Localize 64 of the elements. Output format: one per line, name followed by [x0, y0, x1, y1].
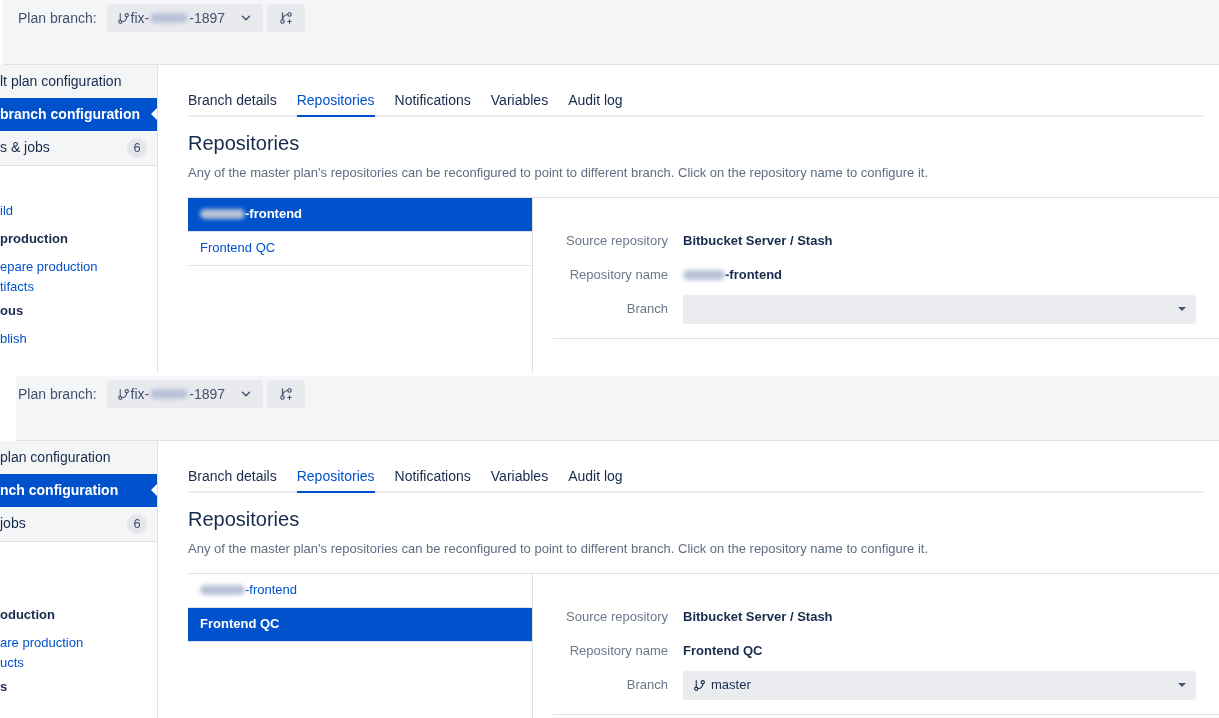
- field-value: Frontend QC: [683, 641, 763, 660]
- sidebar-item[interactable]: plan configuration: [0, 441, 157, 474]
- tab[interactable]: Audit log: [568, 466, 623, 493]
- branch-plus-icon: [278, 387, 293, 401]
- branch-icon: [116, 387, 130, 401]
- tab[interactable]: Notifications: [394, 466, 471, 493]
- field-label: Source repository: [565, 231, 669, 250]
- job-link[interactable]: are production ucts: [0, 633, 84, 673]
- sidebar-item[interactable]: lt plan configuration: [0, 65, 157, 98]
- caret-icon: [1178, 683, 1186, 687]
- branch-icon: [693, 678, 706, 692]
- stage-title: ous: [0, 302, 24, 320]
- sidebar-item[interactable]: jobs 6: [0, 507, 157, 540]
- job-link[interactable]: epare production tifacts: [0, 257, 98, 297]
- count-badge: 6: [127, 137, 147, 158]
- sidebar-item[interactable]: nch configuration: [0, 474, 157, 507]
- create-branch-button[interactable]: [266, 4, 305, 32]
- field-value: -frontend: [725, 265, 783, 284]
- tab[interactable]: Notifications: [394, 90, 471, 117]
- tab[interactable]: Repositories: [296, 466, 375, 493]
- notch-icon: [151, 484, 157, 496]
- sidebar-item[interactable]: branch configuration: [0, 98, 157, 131]
- repository-item[interactable]: -frontend: [188, 197, 532, 232]
- field-label: Repository name: [568, 265, 669, 284]
- section-heading: Repositories: [188, 507, 301, 532]
- repository-item[interactable]: Frontend QC: [188, 607, 532, 642]
- section-heading: Repositories: [188, 131, 301, 156]
- field-label: Branch: [625, 300, 669, 319]
- field-label: Source repository: [565, 607, 669, 626]
- plan-branch-label: Plan branch:: [18, 385, 97, 404]
- branch-select[interactable]: master: [683, 670, 1196, 700]
- field-label: Branch: [625, 676, 669, 695]
- tab[interactable]: Branch details: [188, 466, 277, 493]
- branch-dropdown[interactable]: fix- -1897: [106, 380, 263, 408]
- stage-title: s: [0, 678, 8, 696]
- branch-name-prefix: fix-: [130, 384, 150, 404]
- tab[interactable]: Branch details: [188, 90, 277, 117]
- branch-name-suffix: -1897: [189, 8, 226, 28]
- job-link[interactable]: blish: [0, 329, 27, 349]
- section-description: Any of the master plan's repositories can be reconfigured to point to different branch. Click on the repository name to configure it.: [188, 540, 930, 558]
- tab[interactable]: Audit log: [568, 90, 623, 117]
- tab[interactable]: Repositories: [296, 90, 375, 117]
- field-value: Bitbucket Server / Stash: [683, 607, 833, 626]
- repository-item[interactable]: Frontend QC: [188, 231, 532, 266]
- notch-icon: [151, 108, 157, 120]
- stage-title: oduction: [0, 606, 55, 624]
- field-value: Bitbucket Server / Stash: [683, 231, 833, 250]
- section-description: Any of the master plan's repositories can be reconfigured to point to different branch. Click on the repository name to configure it.: [188, 164, 930, 182]
- sidebar-item[interactable]: s & jobs 6: [0, 131, 157, 164]
- branch-name-prefix: fix-: [130, 8, 150, 28]
- count-badge: 6: [127, 513, 147, 534]
- repository-item[interactable]: -frontend: [188, 573, 532, 608]
- tab[interactable]: Variables: [490, 90, 549, 117]
- plan-branch-label: Plan branch:: [18, 9, 97, 28]
- branch-plus-icon: [278, 11, 293, 25]
- tab[interactable]: Variables: [490, 466, 549, 493]
- job-link[interactable]: ild: [0, 201, 13, 221]
- stage-title: production: [0, 230, 68, 248]
- branch-dropdown[interactable]: fix- -1897: [106, 4, 263, 32]
- branch-name-suffix: -1897: [189, 384, 226, 404]
- caret-icon: [1178, 307, 1186, 311]
- create-branch-button[interactable]: [266, 380, 305, 408]
- field-label: Repository name: [568, 641, 669, 660]
- branch-icon: [116, 11, 130, 25]
